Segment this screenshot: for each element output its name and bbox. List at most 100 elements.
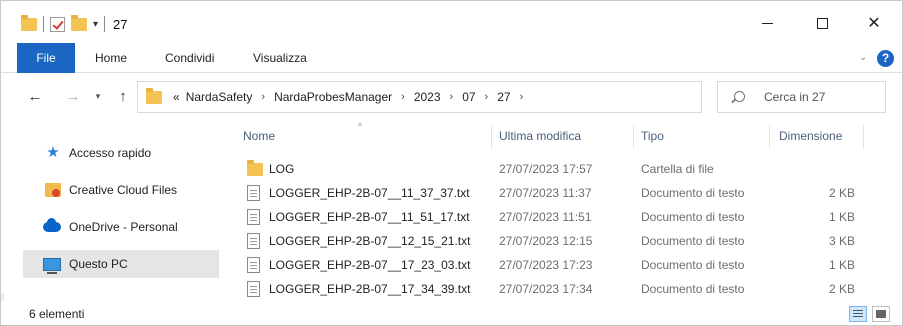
file-date: 27/07/2023 12:15 xyxy=(499,234,593,248)
file-size: 2 KB xyxy=(828,282,855,296)
folder-icon xyxy=(146,87,162,104)
expand-ribbon-icon[interactable]: ⌄ xyxy=(859,52,867,63)
title-bar: ▾ 27 ✕ xyxy=(1,1,902,43)
new-folder-icon[interactable] xyxy=(71,14,87,31)
status-bar: 6 elementi xyxy=(1,301,902,325)
help-icon[interactable]: ? xyxy=(877,50,894,67)
file-type: Documento di testo xyxy=(641,234,745,248)
text-file-icon xyxy=(247,233,260,249)
tab-view[interactable]: Visualizza xyxy=(253,43,307,73)
file-list: ^ Nome Ultima modifica Tipo Dimensione L… xyxy=(223,121,902,301)
properties-icon[interactable] xyxy=(50,16,65,32)
breadcrumb-item[interactable]: 27 xyxy=(494,90,513,104)
large-icons-view-icon[interactable] xyxy=(872,306,890,322)
file-name: LOGGER_EHP-2B-07__17_23_03.txt xyxy=(269,258,471,272)
address-bar[interactable]: « NardaSafety › NardaProbesManager › 202… xyxy=(137,81,825,113)
column-divider[interactable] xyxy=(863,125,864,149)
sidebar-item-label: Questo PC xyxy=(69,257,128,271)
chevron-right-icon[interactable]: › xyxy=(255,91,271,103)
maximize-button[interactable] xyxy=(799,11,845,35)
table-row[interactable]: LOGGER_EHP-2B-07__17_23_03.txt 27/07/202… xyxy=(223,253,902,277)
breadcrumb-item[interactable]: 07 xyxy=(459,90,478,104)
text-file-icon xyxy=(247,209,260,225)
onedrive-cloud-icon xyxy=(43,218,61,232)
tab-file[interactable]: File xyxy=(17,43,75,73)
file-size: 1 KB xyxy=(828,258,855,272)
text-file-icon xyxy=(247,185,260,201)
maximize-icon xyxy=(816,17,828,29)
chevron-right-icon[interactable]: › xyxy=(444,91,460,103)
computer-icon xyxy=(43,257,61,274)
file-date: 27/07/2023 17:34 xyxy=(499,282,593,296)
toolbar-divider xyxy=(43,16,44,32)
file-size: 2 KB xyxy=(828,186,855,200)
sidebar-item-quick-access[interactable]: ★ Accesso rapido xyxy=(23,139,219,167)
tab-share[interactable]: Condividi xyxy=(165,43,214,73)
search-input[interactable]: Cerca in 27 xyxy=(764,90,825,104)
search-icon xyxy=(734,91,745,102)
column-header-size[interactable]: Dimensione xyxy=(779,121,842,153)
sort-ascending-icon: ^ xyxy=(358,121,363,131)
file-size: 3 KB xyxy=(828,234,855,248)
breadcrumb: « NardaSafety › NardaProbesManager › 202… xyxy=(170,90,529,104)
text-file-icon xyxy=(247,281,260,297)
table-row[interactable]: LOGGER_EHP-2B-07__17_34_39.txt 27/07/202… xyxy=(223,277,902,301)
table-row[interactable]: LOG 27/07/2023 17:57 Cartella di file xyxy=(223,157,902,181)
text-file-icon xyxy=(247,257,260,273)
file-name: LOGGER_EHP-2B-07__17_34_39.txt xyxy=(269,282,471,296)
close-button[interactable]: ✕ xyxy=(851,11,897,35)
column-header-name[interactable]: Nome xyxy=(243,121,275,153)
sidebar-item-onedrive[interactable]: OneDrive - Personal xyxy=(23,213,219,241)
window-title: 27 xyxy=(113,16,128,32)
column-header-type[interactable]: Tipo xyxy=(641,121,664,153)
breadcrumb-item[interactable]: 2023 xyxy=(411,90,444,104)
quick-access-toolbar: ▾ 27 xyxy=(21,13,128,35)
navigation-pane: ★ Accesso rapido Creative Cloud Files On… xyxy=(1,121,223,293)
sidebar-item-this-pc[interactable]: Questo PC xyxy=(23,250,219,278)
file-date: 27/07/2023 17:23 xyxy=(499,258,593,272)
column-divider[interactable] xyxy=(491,125,492,149)
file-name: LOGGER_EHP-2B-07__12_15_21.txt xyxy=(269,234,471,248)
sidebar-item-label: OneDrive - Personal xyxy=(69,220,178,234)
back-arrow-icon[interactable]: ← xyxy=(25,86,45,106)
chevron-right-icon[interactable]: › xyxy=(514,91,530,103)
tab-home[interactable]: Home xyxy=(95,43,127,73)
file-type: Cartella di file xyxy=(641,162,714,176)
file-name: LOG xyxy=(269,162,295,176)
recent-locations-icon[interactable]: ▾ xyxy=(91,86,105,106)
table-row[interactable]: LOGGER_EHP-2B-07__11_51_17.txt 27/07/202… xyxy=(223,205,902,229)
file-type: Documento di testo xyxy=(641,258,745,272)
explorer-window: ▾ 27 ✕ File Home Condividi Visualizza ⌄ … xyxy=(0,0,903,326)
creative-cloud-folder-icon xyxy=(45,183,61,197)
file-size: 1 KB xyxy=(828,210,855,224)
file-date: 27/07/2023 11:51 xyxy=(499,210,592,224)
table-row[interactable]: LOGGER_EHP-2B-07__12_15_21.txt 27/07/202… xyxy=(223,229,902,253)
sidebar-item-label: Accesso rapido xyxy=(69,146,152,160)
navigation-bar: ← → ▾ ↑ « NardaSafety › NardaProbesManag… xyxy=(1,73,902,121)
ribbon-tabs: File Home Condividi Visualizza ⌄ ? xyxy=(1,43,902,73)
column-header-date[interactable]: Ultima modifica xyxy=(499,121,581,153)
breadcrumb-overflow[interactable]: « xyxy=(170,90,183,104)
search-box[interactable]: Cerca in 27 xyxy=(717,81,886,113)
sidebar-item-creative-cloud[interactable]: Creative Cloud Files xyxy=(23,176,219,204)
breadcrumb-item[interactable]: NardaProbesManager xyxy=(271,90,395,104)
forward-arrow-icon[interactable]: → xyxy=(63,86,83,106)
minimize-icon xyxy=(761,22,773,24)
up-arrow-icon[interactable]: ↑ xyxy=(113,86,133,106)
table-row[interactable]: LOGGER_EHP-2B-07__11_37_37.txt 27/07/202… xyxy=(223,181,902,205)
breadcrumb-item[interactable]: NardaSafety xyxy=(183,90,256,104)
file-type: Documento di testo xyxy=(641,282,745,296)
column-divider[interactable] xyxy=(633,125,634,149)
file-type: Documento di testo xyxy=(641,210,745,224)
file-type: Documento di testo xyxy=(641,186,745,200)
details-view-icon[interactable] xyxy=(849,306,867,322)
minimize-button[interactable] xyxy=(744,11,790,35)
toolbar-divider xyxy=(104,16,106,32)
column-divider[interactable] xyxy=(769,125,770,149)
chevron-right-icon[interactable]: › xyxy=(479,91,495,103)
folder-icon xyxy=(21,14,37,31)
file-date: 27/07/2023 11:37 xyxy=(499,186,592,200)
chevron-right-icon[interactable]: › xyxy=(395,91,411,103)
file-size xyxy=(783,157,855,181)
customize-toolbar-icon[interactable]: ▾ xyxy=(93,19,98,30)
